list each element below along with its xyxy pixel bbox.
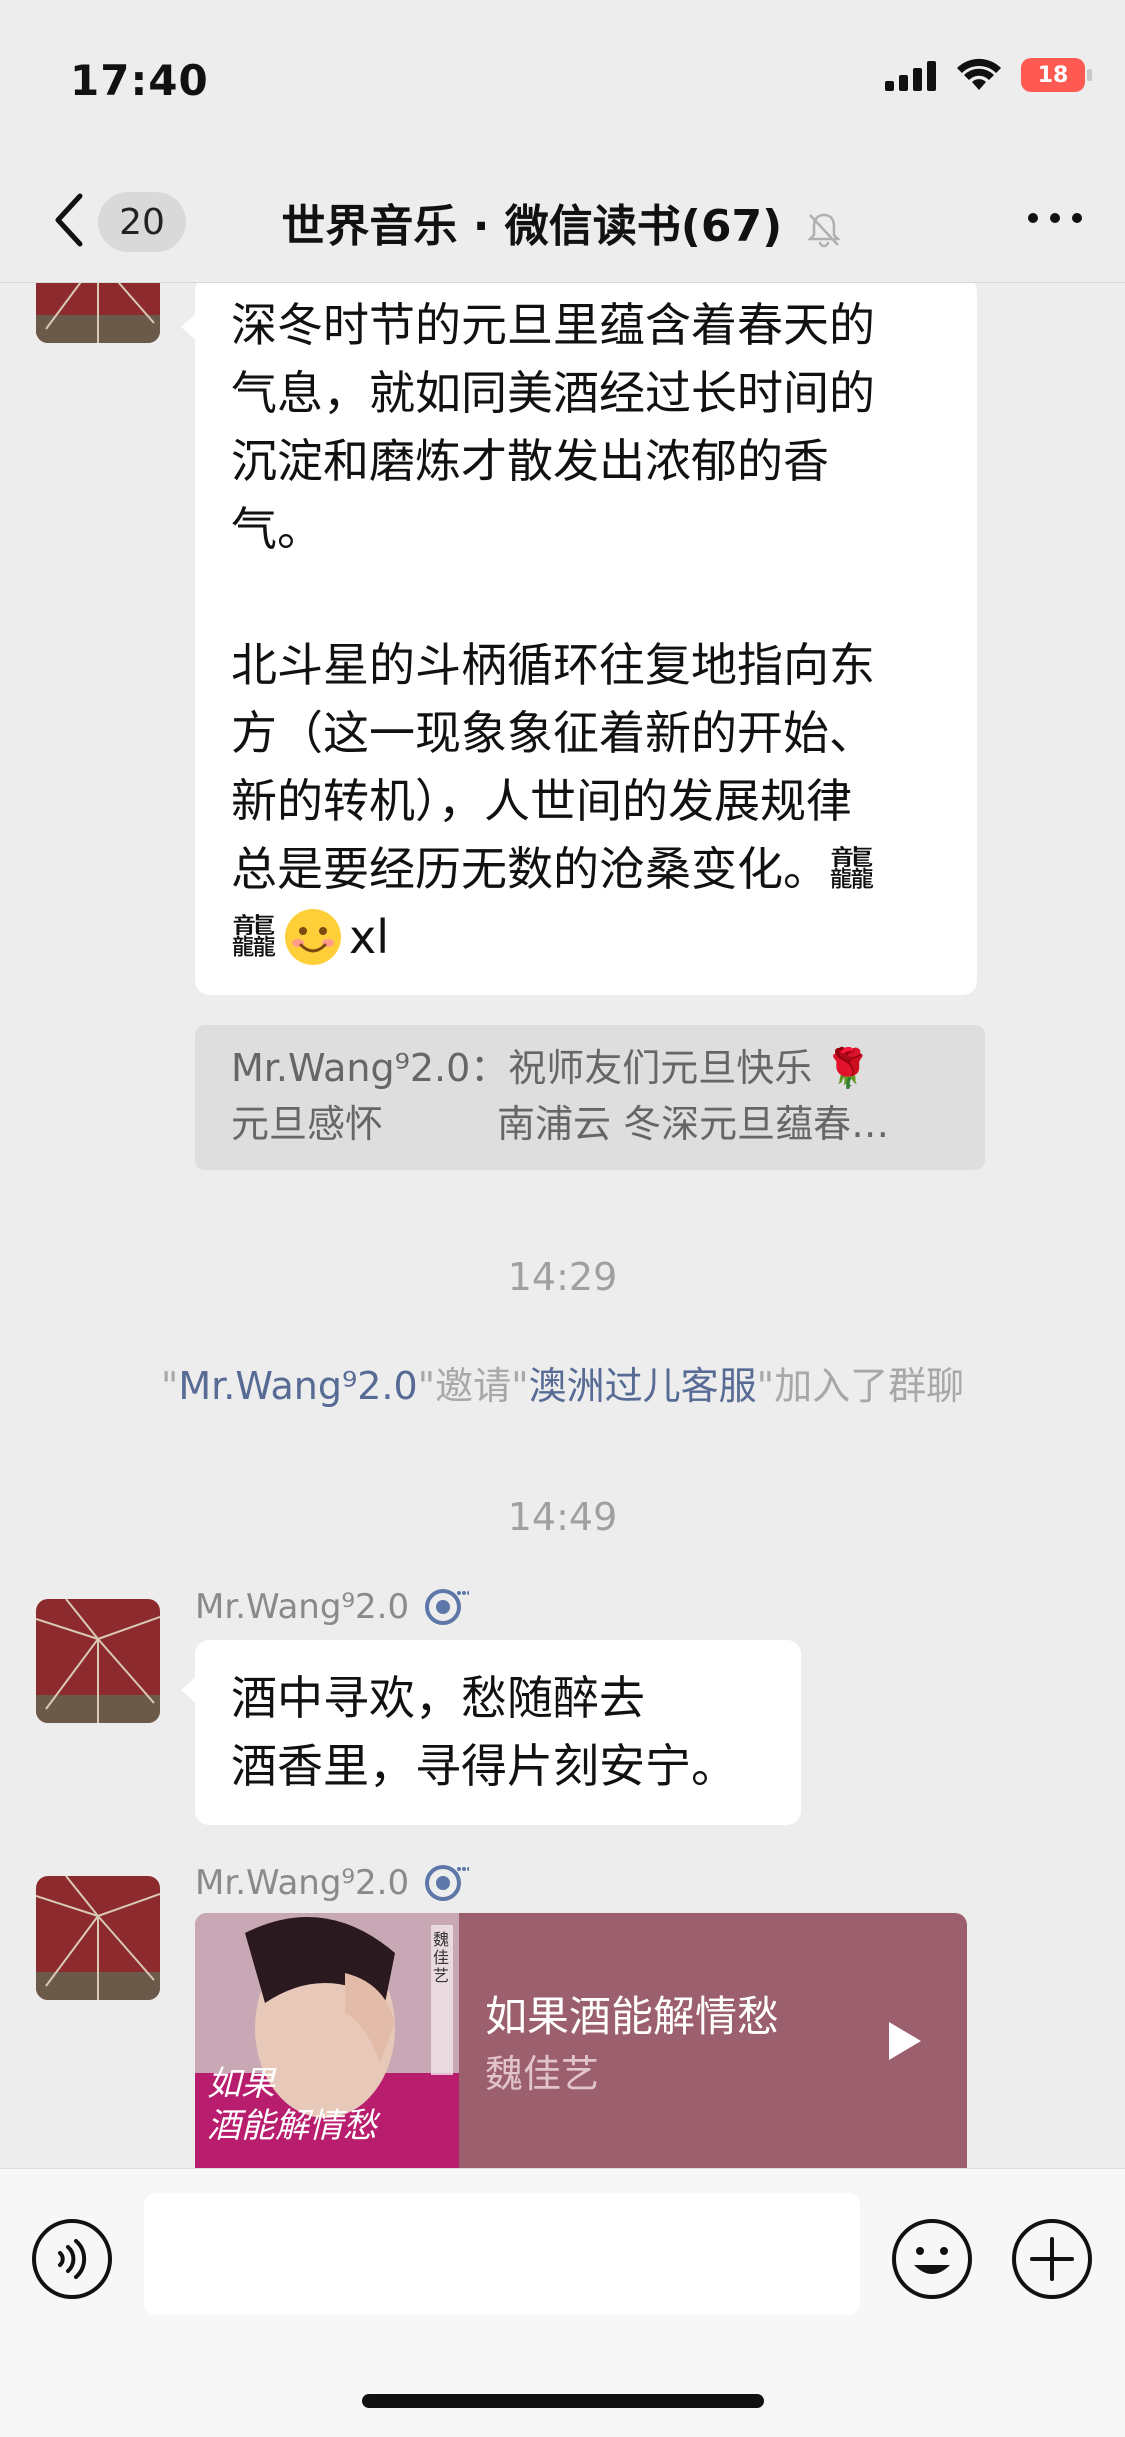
avatar[interactable] [36, 1599, 160, 1723]
album-title-text: 如果 酒能解情愁 [207, 2064, 377, 2146]
avatar[interactable] [36, 283, 160, 343]
message-bubble[interactable]: 酒中寻欢，愁随醉去 酒香里，寻得片刻安宁。 [181, 1640, 801, 1825]
chat-title[interactable]: 世界音乐 · 微信读书(67) [0, 190, 1125, 254]
sender-name: Mr.Wang⁹2.0 [195, 1587, 410, 1627]
bubble-tail [181, 313, 197, 341]
quoted-message[interactable]: Mr.Wang⁹2.0：祝师友们元旦快乐 🌹 元旦感怀 南浦云 冬深元旦蕴春… [195, 1025, 985, 1170]
signal-icon [885, 61, 936, 91]
system-quote: " [160, 1364, 179, 1408]
sender-row: Mr.Wang⁹2.0 [195, 1863, 470, 1903]
ear-speaker-icon [425, 1589, 470, 1625]
status-time: 17:40 [70, 56, 209, 105]
battery-indicator: 18 [1021, 58, 1092, 92]
status-icons: 18 [885, 58, 1092, 92]
system-invite-text: "邀请" [417, 1364, 529, 1408]
status-bar: 17:40 18 [0, 0, 1125, 160]
message-text-line2: 酒香里，寻得片刻安宁。 [231, 1739, 737, 1793]
system-message: "Mr.Wang⁹2.0"邀请"澳洲过儿客服"加入了群聊 [0, 1355, 1125, 1410]
message-list[interactable]: 深冬时节的元旦里蕴含着春天的 气息，就如同美酒经过长时间的 沉淀和磨炼才散发出浓… [0, 283, 1125, 2168]
umbrella-avatar-image [36, 1599, 160, 1723]
message-text-line1: 酒中寻欢，愁随醉去 [231, 1671, 645, 1725]
message-bubble[interactable]: 深冬时节的元旦里蕴含着春天的 气息，就如同美酒经过长时间的 沉淀和磨炼才散发出浓… [181, 283, 977, 995]
special-glyph: 龘 [231, 910, 277, 964]
message-tail-text: xl [349, 910, 390, 964]
timestamp: 14:49 [507, 1495, 618, 1539]
message-text-para1: 深冬时节的元旦里蕴含着春天的 气息，就如同美酒经过长时间的 沉淀和磨炼才散发出浓… [231, 298, 875, 556]
voice-icon[interactable] [30, 2217, 114, 2301]
chat-header: 20 世界音乐 · 微信读书(67) [0, 160, 1125, 283]
system-joined-text: "加入了群聊 [756, 1364, 965, 1408]
message-input[interactable] [144, 2193, 860, 2315]
ear-speaker-icon [425, 1865, 470, 1901]
wifi-icon [957, 58, 1001, 90]
sender-name: Mr.Wang⁹2.0 [195, 1863, 410, 1903]
quote-line1: Mr.Wang⁹2.0：祝师友们元旦快乐 🌹 [231, 1046, 872, 1090]
message-text-para2-line4: 总是要经历无数的沧桑变化。 [231, 842, 829, 896]
album-artist-text: 魏佳艺 [433, 1930, 450, 1985]
timestamp: 14:29 [507, 1255, 618, 1299]
message-text-para2-line3: 新的转机），人世间的发展规律 [231, 774, 852, 828]
song-artist: 魏佳艺 [485, 2052, 600, 2096]
album-cover: 如果 酒能解情愁 魏佳艺 [195, 1913, 459, 2168]
sender-row: Mr.Wang⁹2.0 [195, 1587, 470, 1627]
special-glyph: 龘 [829, 842, 875, 896]
invitee-link[interactable]: 澳洲过儿客服 [529, 1364, 757, 1408]
chat-title-text: 世界音乐 · 微信读书(67) [281, 201, 783, 252]
battery-level: 18 [1037, 62, 1069, 88]
bubble-tail [181, 1676, 197, 1704]
play-icon[interactable] [885, 2018, 925, 2064]
message-text-para2-line2: 方（这一现象象征着新的开始、 [231, 706, 875, 760]
mute-bell-icon [806, 213, 841, 248]
home-indicator[interactable] [362, 2394, 764, 2408]
emoji-icon[interactable] [890, 2217, 974, 2301]
more-dots-icon[interactable] [1025, 208, 1085, 228]
quote-line2: 元旦感怀 南浦云 冬深元旦蕴春… [231, 1102, 890, 1146]
inviter-link[interactable]: Mr.Wang⁹2.0 [178, 1364, 417, 1408]
message-text-para2-line1: 北斗星的斗柄循环往复地指向东 [231, 638, 875, 692]
umbrella-avatar-image [36, 1876, 160, 2000]
umbrella-avatar-image [36, 283, 160, 343]
song-title: 如果酒能解情愁 [485, 1992, 780, 2041]
plus-icon[interactable] [1010, 2217, 1094, 2301]
smile-emoji-icon [285, 909, 341, 965]
music-card[interactable]: 如果 酒能解情愁 魏佳艺 如果酒能解情愁 魏佳艺 [195, 1913, 967, 2168]
avatar[interactable] [36, 1876, 160, 2000]
